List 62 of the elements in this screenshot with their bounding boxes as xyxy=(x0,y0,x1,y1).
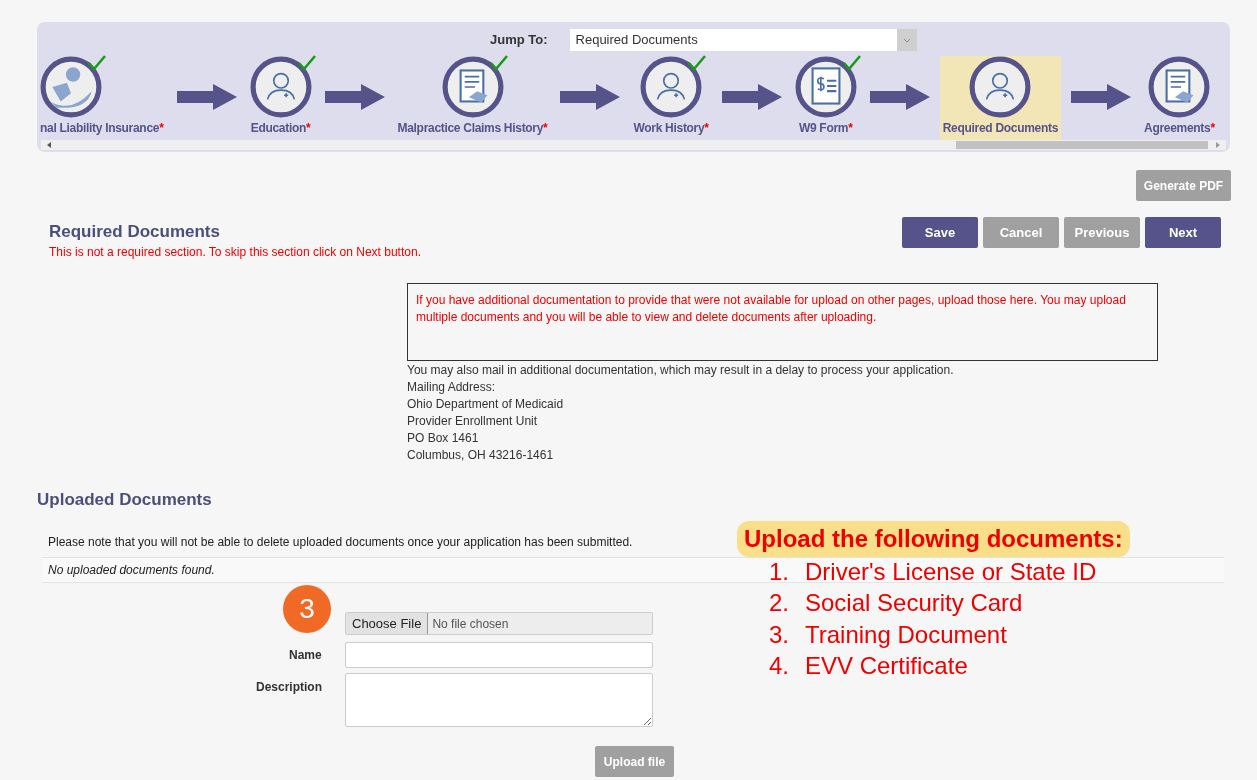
file-input[interactable]: Choose File No file chosen xyxy=(345,612,653,635)
empty-message: No uploaded documents found. xyxy=(48,562,215,579)
uploaded-title: Uploaded Documents xyxy=(37,489,212,511)
jump-to-label: Jump To: xyxy=(490,31,548,50)
choose-file-button[interactable]: Choose File xyxy=(346,613,429,634)
scroll-right-icon xyxy=(1216,142,1220,148)
section-note: This is not a required section. To skip this section click on Next button. xyxy=(49,244,421,260)
wizard-step[interactable]: Required Documents xyxy=(939,56,1062,140)
mail-text: You may also mail in additional documentation, which may result in a delay to process your application. xyxy=(407,362,954,379)
list-number: 4. xyxy=(769,651,790,682)
step-label: Education* xyxy=(250,120,311,137)
arrow-icon xyxy=(721,84,782,110)
name-field[interactable] xyxy=(345,642,653,668)
arrow-icon xyxy=(560,84,621,110)
jump-to-select[interactable]: Required Documents xyxy=(569,29,917,51)
arrow-icon xyxy=(324,84,385,110)
step-label: Required Documents xyxy=(942,120,1059,137)
wizard-step[interactable]: Education* xyxy=(246,56,315,140)
uploaded-note: Please note that you will not be able to delete uploaded documents once your application has been submitted. xyxy=(48,534,633,551)
step-label: nal Liability Insurance* xyxy=(40,120,164,137)
wizard-step[interactable]: Malpractice Claims History* xyxy=(394,56,551,140)
step-badge: 3 xyxy=(283,585,331,633)
file-status: No file chosen xyxy=(431,615,509,633)
list-item: Social Security Card xyxy=(805,588,1023,619)
dollar-icon xyxy=(794,56,857,118)
action-button[interactable]: Next xyxy=(1145,217,1221,248)
horizontal-scrollbar[interactable] xyxy=(41,140,1226,150)
description-field[interactable] xyxy=(345,673,653,727)
mail-text: Columbus, OH 43216-1461 xyxy=(407,447,555,464)
list-number: 1. xyxy=(769,556,790,587)
person-icon xyxy=(969,56,1032,118)
arrow-icon xyxy=(176,84,237,110)
scrollbar-thumb[interactable] xyxy=(956,141,1208,149)
list-number: 2. xyxy=(769,588,790,619)
mail-text: Provider Enrollment Unit xyxy=(407,413,539,430)
list-number: 3. xyxy=(769,619,790,650)
list-item: Training Document xyxy=(805,619,1007,650)
list-item: Driver's License or State ID xyxy=(805,556,1097,587)
action-button[interactable]: Save xyxy=(902,217,978,248)
person-icon xyxy=(249,56,312,118)
wizard-step[interactable]: nal Liability Insurance* xyxy=(37,56,167,140)
mail-text: Ohio Department of Medicaid xyxy=(407,396,565,413)
step-label: Agreements* xyxy=(1144,120,1215,137)
wizard-step[interactable]: Agreements* xyxy=(1141,56,1218,140)
step-label: W9 Form* xyxy=(798,120,853,137)
arrow-icon xyxy=(1071,84,1132,110)
scroll-left-icon xyxy=(47,142,51,148)
arrow-icon xyxy=(869,84,930,110)
section-title: Required Documents xyxy=(49,221,221,243)
callout-title: Upload the following documents: xyxy=(737,521,1130,557)
wizard-step[interactable]: Work History* xyxy=(630,56,712,140)
mail-text: Mailing Address: xyxy=(407,379,497,396)
step-label: Work History* xyxy=(633,120,709,137)
person-icon xyxy=(640,56,703,118)
name-label: Name xyxy=(289,647,322,664)
mail-text: PO Box 1461 xyxy=(407,430,480,447)
wizard-step[interactable]: W9 Form* xyxy=(791,56,860,140)
notice-text: If you have additional documentation to provide that were not available for upload on other pages, upload those here. You may upload multiple documents and you will be able to view and delete documents after uploading. xyxy=(416,293,1126,324)
description-label: Description xyxy=(256,679,322,696)
list-item: EVV Certificate xyxy=(805,651,968,682)
chevron-down-icon xyxy=(896,29,917,51)
step-label: Malpractice Claims History* xyxy=(397,120,548,137)
